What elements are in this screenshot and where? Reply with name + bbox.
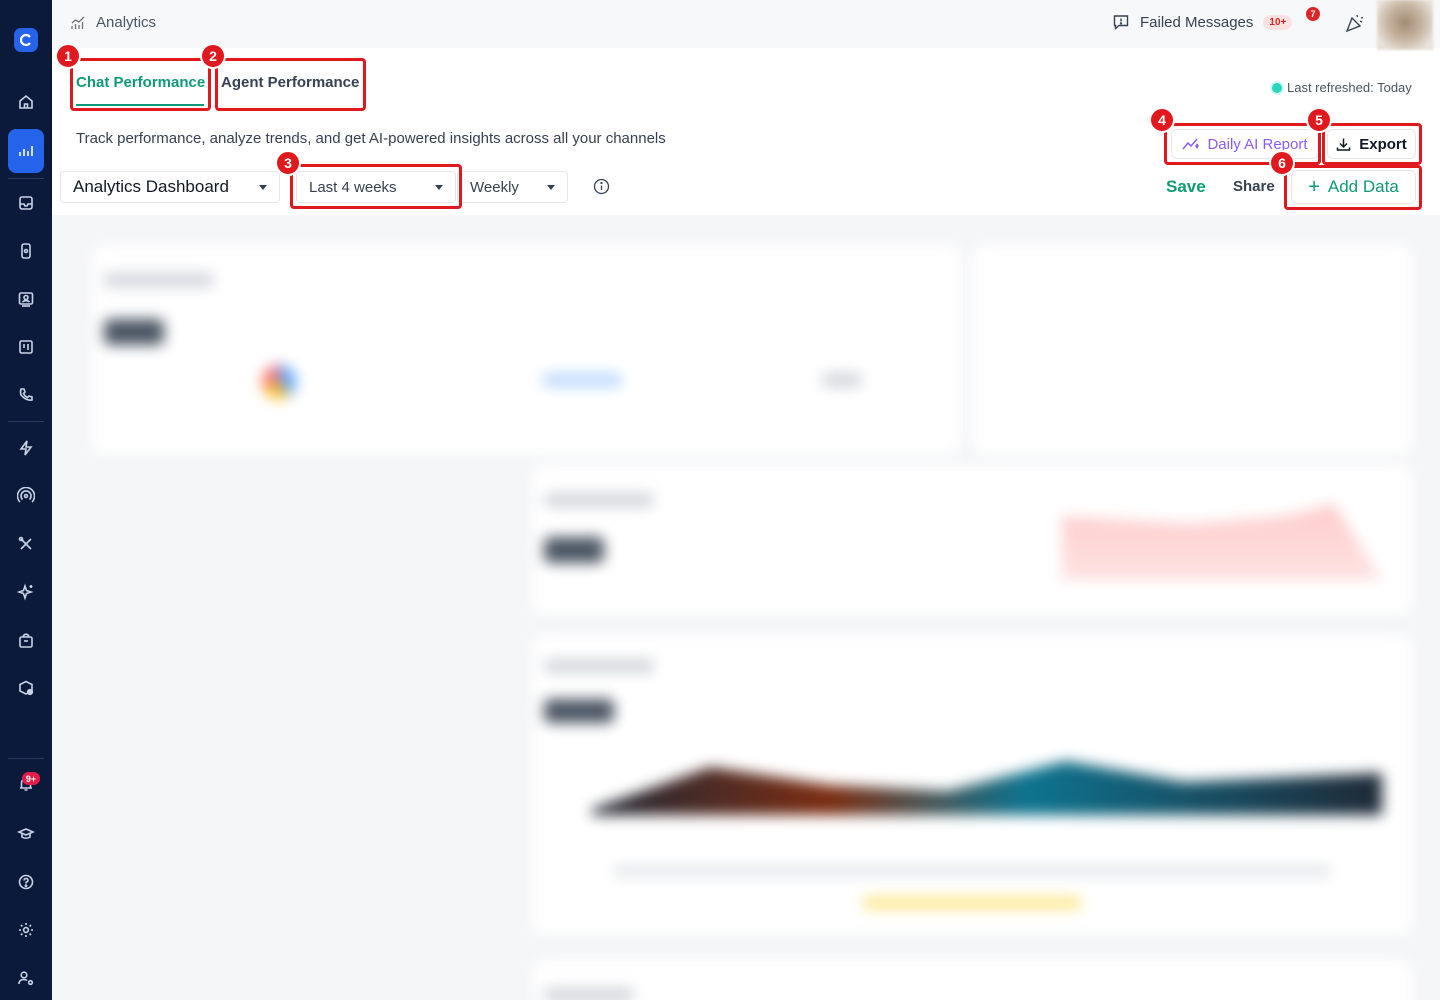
annotation-marker-6: 6 bbox=[1269, 150, 1295, 176]
user-settings-icon[interactable] bbox=[8, 960, 44, 996]
bag-icon[interactable] bbox=[8, 622, 44, 658]
avatar[interactable] bbox=[1377, 0, 1433, 50]
annotation-marker-5: 5 bbox=[1306, 107, 1332, 133]
metric-card bbox=[972, 245, 1412, 455]
date-range-select[interactable]: Last 4 weeks bbox=[296, 171, 456, 203]
date-range-value: Last 4 weeks bbox=[309, 178, 397, 196]
period-value: Weekly bbox=[470, 178, 519, 196]
metric-card bbox=[92, 245, 962, 455]
analytics-crumb-icon bbox=[71, 16, 85, 29]
home-icon[interactable] bbox=[8, 84, 44, 120]
plus-icon: + bbox=[1308, 176, 1320, 198]
chevron-down-icon bbox=[547, 184, 555, 190]
page-subtitle: Track performance, analyze trends, and g… bbox=[76, 130, 666, 147]
sparkles-icon[interactable] bbox=[8, 574, 44, 610]
status-dot-icon bbox=[1272, 82, 1282, 93]
save-button[interactable]: Save bbox=[1166, 177, 1206, 197]
notifications-badge: 7 bbox=[1306, 7, 1320, 21]
call-icon[interactable] bbox=[8, 377, 44, 413]
notification-badge: 9+ bbox=[22, 772, 40, 785]
annotation-marker-1: 1 bbox=[55, 43, 81, 69]
chevron-down-icon bbox=[435, 184, 443, 190]
annotation-marker-2: 2 bbox=[200, 43, 226, 69]
help-icon[interactable] bbox=[8, 864, 44, 900]
chart-card bbox=[532, 635, 1412, 935]
inbox-icon[interactable] bbox=[8, 185, 44, 221]
metric-card bbox=[532, 465, 1412, 615]
chevron-down-icon bbox=[259, 184, 267, 190]
add-data-button[interactable]: + Add Data bbox=[1291, 170, 1416, 204]
contacts-icon[interactable] bbox=[8, 281, 44, 317]
info-icon[interactable] bbox=[593, 178, 610, 200]
export-button[interactable]: Export bbox=[1327, 129, 1416, 159]
top-header: Analytics Failed Messages 10+ bbox=[52, 0, 1440, 50]
add-data-label: Add Data bbox=[1327, 177, 1399, 196]
dashboard-select[interactable]: Analytics Dashboard bbox=[60, 171, 280, 203]
package-settings-icon[interactable] bbox=[8, 670, 44, 706]
daily-ai-report-label: Daily AI Report bbox=[1207, 135, 1308, 153]
last-refreshed-status: Last refreshed: Today bbox=[1272, 80, 1412, 95]
failed-messages-badge: 10+ bbox=[1263, 14, 1293, 30]
lightning-icon[interactable] bbox=[8, 430, 44, 466]
breadcrumb: Analytics bbox=[70, 14, 156, 31]
annotation-marker-4: 4 bbox=[1149, 107, 1175, 133]
message-alert-icon bbox=[1113, 15, 1129, 31]
broadcast-icon[interactable] bbox=[8, 478, 44, 514]
failed-messages-link[interactable]: Failed Messages 10+ bbox=[1112, 13, 1293, 31]
phone-device-icon[interactable] bbox=[8, 233, 44, 269]
tab-agent-performance[interactable]: Agent Performance bbox=[221, 74, 359, 91]
last-refreshed-text: Last refreshed: Today bbox=[1287, 80, 1412, 95]
dashboard-select-value: Analytics Dashboard bbox=[73, 177, 229, 196]
analytics-icon[interactable] bbox=[8, 129, 44, 173]
settings-icon[interactable] bbox=[8, 912, 44, 948]
active-tab-indicator bbox=[76, 104, 204, 106]
share-button[interactable]: Share bbox=[1233, 178, 1275, 195]
failed-messages-label: Failed Messages bbox=[1140, 13, 1254, 31]
dashboard-content-blurred bbox=[52, 215, 1440, 1000]
daily-ai-report-button[interactable]: Daily AI Report bbox=[1171, 129, 1319, 159]
board-icon[interactable] bbox=[8, 329, 44, 365]
breadcrumb-title: Analytics bbox=[96, 14, 157, 31]
left-nav-rail: 9+ bbox=[0, 0, 52, 1000]
celebration-icon[interactable] bbox=[1344, 12, 1366, 39]
tools-icon[interactable] bbox=[8, 526, 44, 562]
app-logo[interactable] bbox=[14, 28, 38, 52]
period-select[interactable]: Weekly bbox=[457, 171, 568, 203]
download-icon bbox=[1336, 138, 1351, 151]
metric-card bbox=[532, 960, 1412, 1000]
trend-sparkle-icon bbox=[1182, 138, 1200, 150]
academy-icon[interactable] bbox=[8, 816, 44, 852]
export-label: Export bbox=[1359, 135, 1407, 153]
annotation-marker-3: 3 bbox=[275, 150, 301, 176]
tab-chat-performance[interactable]: Chat Performance bbox=[76, 74, 205, 91]
